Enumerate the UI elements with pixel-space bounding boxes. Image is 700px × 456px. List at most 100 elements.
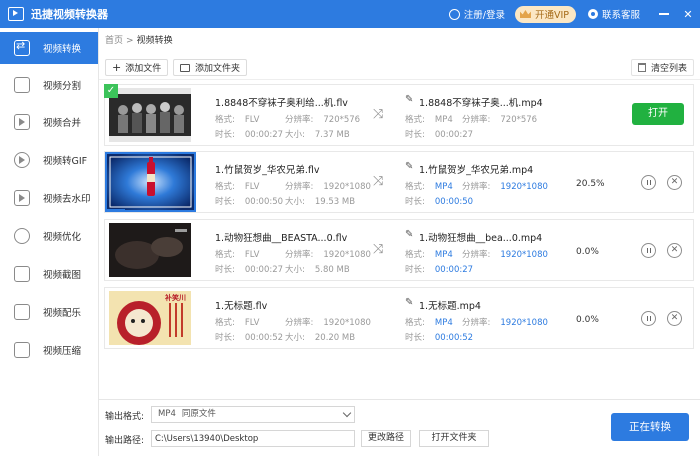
source-size-value: 19.53 MB <box>314 197 356 207</box>
trash-icon <box>638 63 646 72</box>
file-row[interactable]: 补笑川 1.无标题.flv 格式: FLV 分辨率: 1920*1080 时长: 00… <box>104 287 694 349</box>
title-bar: 迅捷视频转换器 注册/登录 开通VIP 联系客服 ✕ <box>0 0 700 28</box>
sidebar-item-label: 视频转换 <box>43 44 82 55</box>
sidebar-item-gif[interactable]: 视频转GIF <box>0 144 98 176</box>
user-icon <box>448 8 460 20</box>
output-file-name: 1.无标题.mp4 <box>419 301 481 312</box>
sidebar-item-label: 视频分割 <box>43 81 82 92</box>
progress-percent: 20.5% <box>576 179 605 189</box>
edit-name-icon[interactable]: ✎ <box>405 229 413 240</box>
vip-label: 开通VIP <box>534 10 569 21</box>
progress-percent: 0.0% <box>576 315 599 325</box>
video-thumbnail: 补笑川 <box>109 291 191 345</box>
minimize-icon <box>659 13 669 15</box>
source-format-value: FLV <box>244 250 260 260</box>
sidebar-item-optimize[interactable]: 视频优化 <box>0 220 98 252</box>
format-label: 格式: <box>215 182 235 192</box>
change-path-button[interactable]: 更改路径 <box>361 430 411 447</box>
shuffle-icon: ⤨ <box>373 242 384 257</box>
size-label: 大小: <box>285 197 305 207</box>
service-link[interactable]: 联系客服 <box>587 7 640 21</box>
source-duration: 时长: 00:00:27 <box>215 128 283 140</box>
split-icon <box>14 77 30 93</box>
sidebar-item-split[interactable]: 视频分割 <box>0 69 98 101</box>
output-path-input[interactable] <box>151 430 355 447</box>
output-duration: 时长: 00:00:50 <box>405 195 473 207</box>
pause-icon[interactable] <box>641 311 656 326</box>
pause-icon[interactable] <box>641 175 656 190</box>
resolution-label: 分辨率: <box>462 318 491 328</box>
pause-icon[interactable] <box>641 243 656 258</box>
file-row[interactable]: 1.竹鼠贺岁_华农兄弟.flv 格式: FLV 分辨率: 1920*1080 时长:… <box>104 151 694 213</box>
source-duration-value: 00:00:50 <box>244 197 284 207</box>
source-size: 大小: 20.20 MB <box>285 331 355 343</box>
watermark-icon <box>14 190 30 206</box>
edit-name-icon[interactable]: ✎ <box>405 297 413 308</box>
login-link[interactable]: 注册/登录 <box>448 7 505 21</box>
edit-name-icon[interactable]: ✎ <box>405 94 413 105</box>
output-file-name: 1.竹鼠贺岁_华农兄弟.mp4 <box>419 165 534 176</box>
add-file-button[interactable]: + 添加文件 <box>105 59 169 76</box>
source-resolution: 分辨率: 1920*1080 <box>285 180 371 192</box>
source-format: 格式: FLV <box>215 180 259 192</box>
open-folder-button[interactable]: 打开文件夹 <box>419 430 489 447</box>
close-icon[interactable]: ✕ <box>667 175 682 190</box>
format-label: 格式: <box>405 250 425 260</box>
output-file-name: 1.动物狂想曲__bea...0.mp4 <box>419 233 543 244</box>
edit-name-icon[interactable]: ✎ <box>405 161 413 172</box>
output-format: 格式: MP4 <box>405 180 453 192</box>
sidebar-item-screenshot[interactable]: 视频截图 <box>0 258 98 290</box>
convert-button[interactable]: 正在转换 <box>611 413 689 441</box>
video-thumbnail <box>105 152 196 212</box>
file-row[interactable]: ✓ 1.8848不穿袜子奥利给...机.flv 格式: FLV 分辨率: 720*5… <box>104 84 694 146</box>
breadcrumb-home[interactable]: 首页 <box>105 36 123 46</box>
duration-label: 时长: <box>215 265 235 275</box>
sidebar-item-merge[interactable]: 视频合并 <box>0 106 98 138</box>
source-duration: 时长: 00:00:27 <box>215 263 283 275</box>
music-icon <box>14 304 30 320</box>
vip-button[interactable]: 开通VIP <box>514 5 576 23</box>
source-size: 大小: 19.53 MB <box>285 195 355 207</box>
source-resolution-value: 1920*1080 <box>323 182 371 192</box>
output-resolution: 分辨率: 1920*1080 <box>462 248 548 260</box>
resolution-label: 分辨率: <box>285 250 314 260</box>
clear-list-button[interactable]: 清空列表 <box>631 59 695 76</box>
sidebar-item-label: 视频截图 <box>43 270 82 281</box>
source-file-name: 1.竹鼠贺岁_华农兄弟.flv <box>215 165 320 176</box>
sidebar-item-convert[interactable]: 视频转换 <box>0 32 98 64</box>
output-duration-value: 00:00:27 <box>434 265 474 275</box>
minimize-button[interactable] <box>652 0 676 28</box>
open-button[interactable]: 打开 <box>632 103 684 125</box>
close-icon[interactable]: ✕ <box>667 311 682 326</box>
duration-label: 时长: <box>405 197 425 207</box>
output-resolution: 分辨率: 1920*1080 <box>462 316 548 328</box>
sidebar: 视频转换 视频分割 视频合并 视频转GIF 视频去水印 视频优化 视频截图 视频… <box>0 28 99 456</box>
file-row[interactable]: 1.动物狂想曲__BEASTA...0.flv 格式: FLV 分辨率: 1920*… <box>104 219 694 281</box>
sidebar-item-label: 视频优化 <box>43 232 82 243</box>
app-title: 迅捷视频转换器 <box>31 8 108 21</box>
source-size: 大小: 5.80 MB <box>285 263 350 275</box>
source-duration: 时长: 00:00:50 <box>215 195 283 207</box>
output-duration-value: 00:00:27 <box>434 130 474 140</box>
resolution-label: 分辨率: <box>462 250 491 260</box>
source-resolution-value: 720*576 <box>323 115 361 125</box>
source-size: 大小: 7.37 MB <box>285 128 350 140</box>
merge-icon <box>14 114 30 130</box>
add-folder-button[interactable]: 添加文件夹 <box>173 59 248 76</box>
close-icon[interactable]: ✕ <box>667 243 682 258</box>
toolbar: + 添加文件 添加文件夹 清空列表 <box>99 54 700 80</box>
size-label: 大小: <box>285 265 305 275</box>
output-format: 格式: MP4 <box>405 316 453 328</box>
sidebar-item-compress[interactable]: 视频压缩 <box>0 334 98 366</box>
source-format: 格式: FLV <box>215 248 259 260</box>
output-duration-value: 00:00:50 <box>434 197 474 207</box>
source-duration-value: 00:00:27 <box>244 130 284 140</box>
sidebar-item-watermark[interactable]: 视频去水印 <box>0 182 98 214</box>
close-window-button[interactable]: ✕ <box>676 0 700 28</box>
output-format: 格式: MP4 <box>405 113 453 125</box>
sidebar-item-music[interactable]: 视频配乐 <box>0 296 98 328</box>
clear-list-label: 清空列表 <box>651 64 688 74</box>
resolution-label: 分辨率: <box>285 318 314 328</box>
output-duration: 时长: 00:00:52 <box>405 331 473 343</box>
output-format-select[interactable]: MP4 同原文件 <box>151 406 355 423</box>
